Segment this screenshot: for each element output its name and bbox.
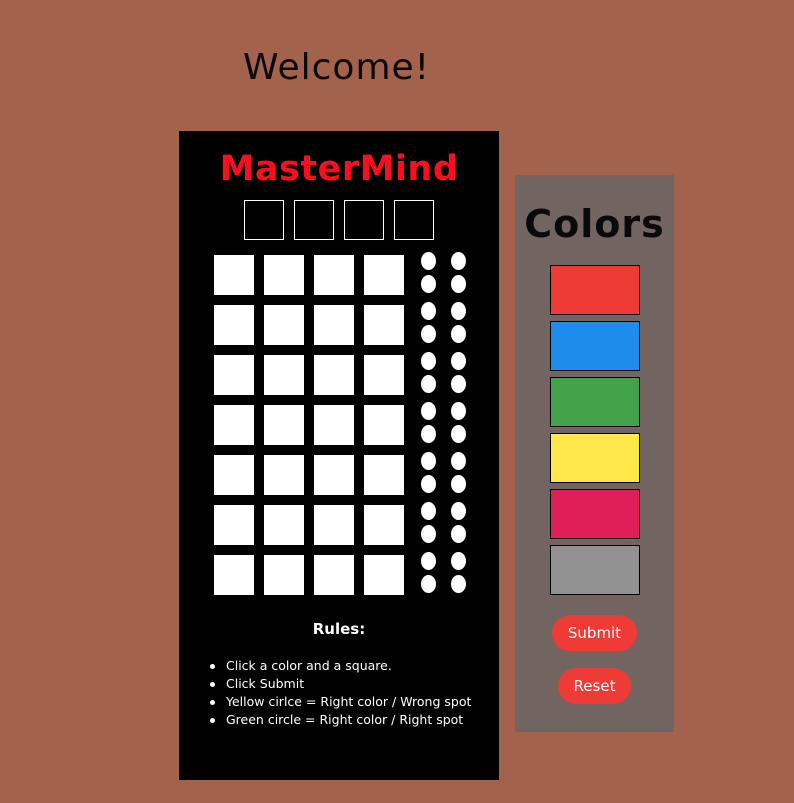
guess-peg-slot[interactable]	[364, 555, 404, 595]
guess-row	[214, 352, 470, 395]
guess-peg-slot[interactable]	[314, 355, 354, 395]
rules-item: Click Submit	[209, 675, 471, 693]
feedback-peg	[421, 502, 436, 520]
rules-item: Green circle = Right color / Right spot	[209, 711, 471, 729]
guess-peg-slot[interactable]	[364, 455, 404, 495]
feedback-peg	[451, 552, 466, 570]
guess-peg-slot[interactable]	[314, 305, 354, 345]
guess-peg-slot[interactable]	[364, 255, 404, 295]
rules-list: Click a color and a square. Click Submit…	[209, 657, 472, 729]
feedback-peg	[451, 302, 466, 320]
feedback-peg	[421, 425, 436, 443]
guess-peg-slot[interactable]	[364, 355, 404, 395]
feedback-peg	[451, 402, 466, 420]
guess-peg-slot[interactable]	[214, 505, 254, 545]
color-swatch-pink[interactable]	[550, 489, 640, 539]
feedback-peg	[451, 575, 466, 593]
guess-peg-slot[interactable]	[314, 555, 354, 595]
game-board: MasterMind Rules: Click a color and a sq…	[179, 131, 499, 780]
secret-slot	[344, 200, 384, 240]
color-swatch-yellow[interactable]	[550, 433, 640, 483]
feedback-peg	[421, 325, 436, 343]
color-swatch-red[interactable]	[550, 265, 640, 315]
feedback-peg	[421, 452, 436, 470]
rules-item: Yellow cirlce = Right color / Wrong spot	[209, 694, 472, 709]
feedback-peg	[421, 375, 436, 393]
feedback-peg	[421, 302, 436, 320]
guess-peg-slot[interactable]	[314, 405, 354, 445]
color-swatch-green[interactable]	[550, 377, 640, 427]
feedback-peg	[451, 502, 466, 520]
secret-slot	[244, 200, 284, 240]
guess-peg-slot[interactable]	[264, 405, 304, 445]
guess-row	[214, 502, 470, 545]
guess-peg-slot[interactable]	[314, 455, 354, 495]
guess-row	[214, 452, 470, 495]
guess-peg-slot[interactable]	[214, 255, 254, 295]
rules-item: Click a color and a square.	[209, 657, 471, 675]
reset-button[interactable]: Reset	[558, 668, 631, 704]
guess-peg-slot[interactable]	[314, 255, 354, 295]
submit-button[interactable]: Submit	[552, 615, 637, 651]
feedback-peg	[451, 252, 466, 270]
guess-peg-slot[interactable]	[264, 305, 304, 345]
feedback-peg	[421, 352, 436, 370]
guess-peg-slot[interactable]	[264, 455, 304, 495]
color-palette: Colors Submit Reset	[515, 175, 674, 732]
feedback-peg	[451, 375, 466, 393]
secret-slot	[294, 200, 334, 240]
feedback-peg	[421, 475, 436, 493]
feedback-peg	[451, 275, 466, 293]
feedback-peg	[421, 275, 436, 293]
guess-peg-slot[interactable]	[264, 505, 304, 545]
feedback-peg	[421, 402, 436, 420]
guess-peg-slot[interactable]	[314, 505, 354, 545]
feedback-peg	[421, 252, 436, 270]
guess-peg-slot[interactable]	[364, 505, 404, 545]
feedback-peg	[421, 575, 436, 593]
guess-peg-slot[interactable]	[264, 555, 304, 595]
feedback-peg	[451, 452, 466, 470]
guess-peg-slot[interactable]	[214, 555, 254, 595]
feedback-peg	[421, 525, 436, 543]
palette-title: Colors	[524, 202, 665, 246]
feedback-peg	[421, 552, 436, 570]
feedback-peg	[451, 475, 466, 493]
guess-peg-slot[interactable]	[214, 305, 254, 345]
guess-peg-slot[interactable]	[364, 405, 404, 445]
rules-title: Rules:	[312, 620, 366, 638]
guess-peg-slot[interactable]	[264, 255, 304, 295]
feedback-peg	[451, 525, 466, 543]
welcome-heading: Welcome!	[243, 47, 431, 88]
feedback-peg	[451, 425, 466, 443]
guess-peg-slot[interactable]	[264, 355, 304, 395]
secret-slot	[394, 200, 434, 240]
color-swatch-blue[interactable]	[550, 321, 640, 371]
guess-row	[214, 552, 470, 595]
guess-peg-slot[interactable]	[214, 455, 254, 495]
feedback-peg	[451, 352, 466, 370]
color-swatch-gray[interactable]	[550, 545, 640, 595]
secret-code-row	[244, 200, 444, 240]
feedback-peg	[451, 325, 466, 343]
guess-peg-slot[interactable]	[214, 405, 254, 445]
guess-peg-slot[interactable]	[214, 355, 254, 395]
guess-row	[214, 302, 470, 345]
game-title: MasterMind	[219, 149, 459, 189]
guess-row	[214, 402, 470, 445]
guess-row	[214, 252, 470, 295]
guess-peg-slot[interactable]	[364, 305, 404, 345]
